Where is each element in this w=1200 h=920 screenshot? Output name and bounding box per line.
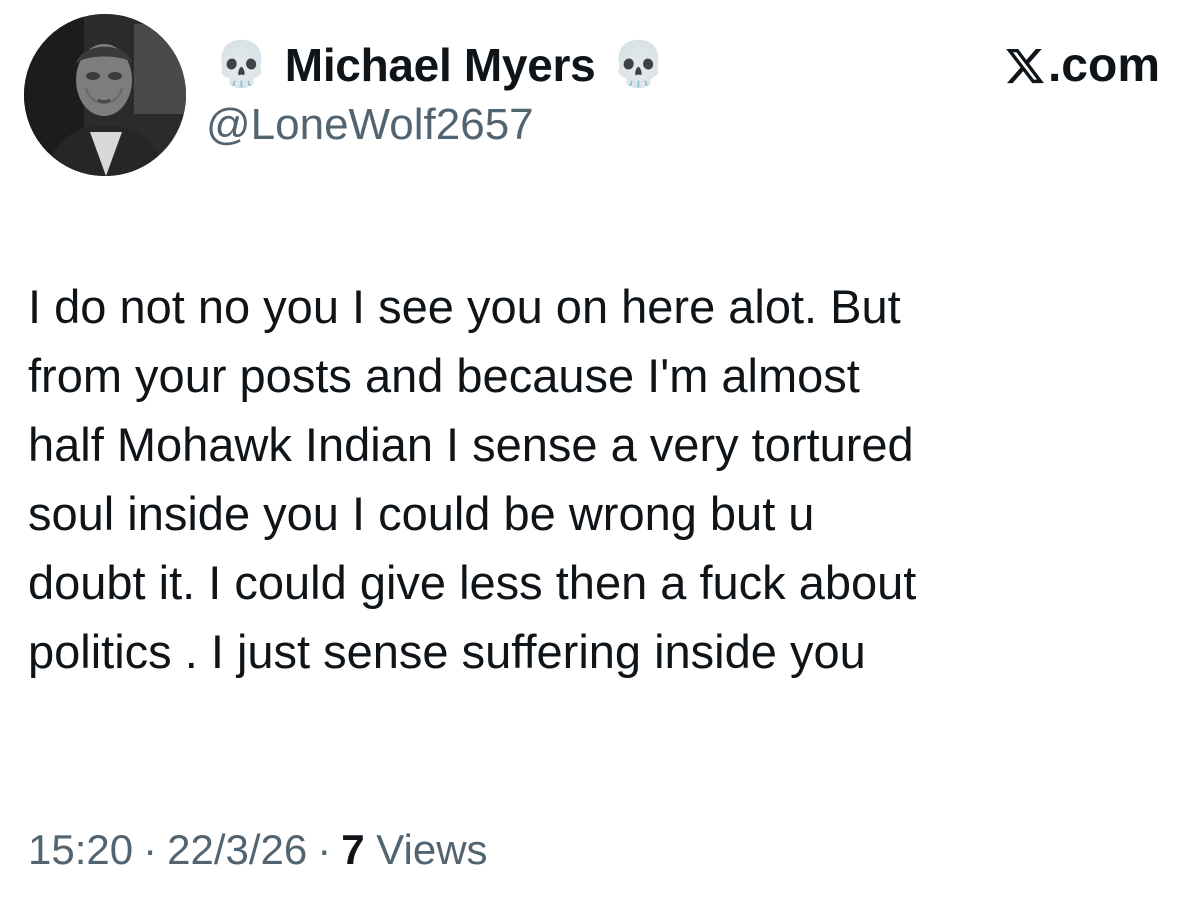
post-text-line: doubt it. I could give less then a fuck …: [28, 556, 917, 609]
post-text-line: from your posts and because I'm almost: [28, 349, 860, 402]
author-display-name[interactable]: Michael Myers: [285, 38, 596, 92]
brand-label: .com: [1047, 39, 1160, 92]
meta-separator: ·: [143, 826, 158, 873]
post-meta: 15:20 · 22/3/26 · 7 Views: [28, 826, 488, 874]
x-logo-icon: [1006, 48, 1044, 83]
post-date[interactable]: 22/3/26: [167, 826, 307, 873]
post-time[interactable]: 15:20: [28, 826, 133, 873]
author-name-row[interactable]: 💀 Michael Myers 💀: [214, 33, 666, 97]
post-text-line: soul inside you I could be wrong but u: [28, 487, 815, 540]
avatar-photo: [24, 14, 186, 176]
avatar[interactable]: [24, 14, 186, 176]
author-handle[interactable]: @LoneWolf2657: [206, 100, 534, 150]
brand-watermark: .com: [1004, 38, 1160, 93]
post-text-line: half Mohawk Indian I sense a very tortur…: [28, 418, 914, 471]
post-text-line: politics . I just sense suffering inside…: [28, 625, 866, 678]
post-text: I do not no you I see you on here alot. …: [28, 272, 1178, 686]
meta-separator: ·: [317, 826, 332, 873]
post-text-line: I do not no you I see you on here alot. …: [28, 280, 901, 333]
views-label[interactable]: Views: [376, 826, 487, 873]
skull-icon: 💀: [611, 39, 667, 90]
views-count[interactable]: 7: [341, 826, 364, 873]
post-card: 💀 Michael Myers 💀 @LoneWolf2657 .com I d…: [0, 0, 1200, 920]
skull-icon: 💀: [214, 39, 269, 90]
